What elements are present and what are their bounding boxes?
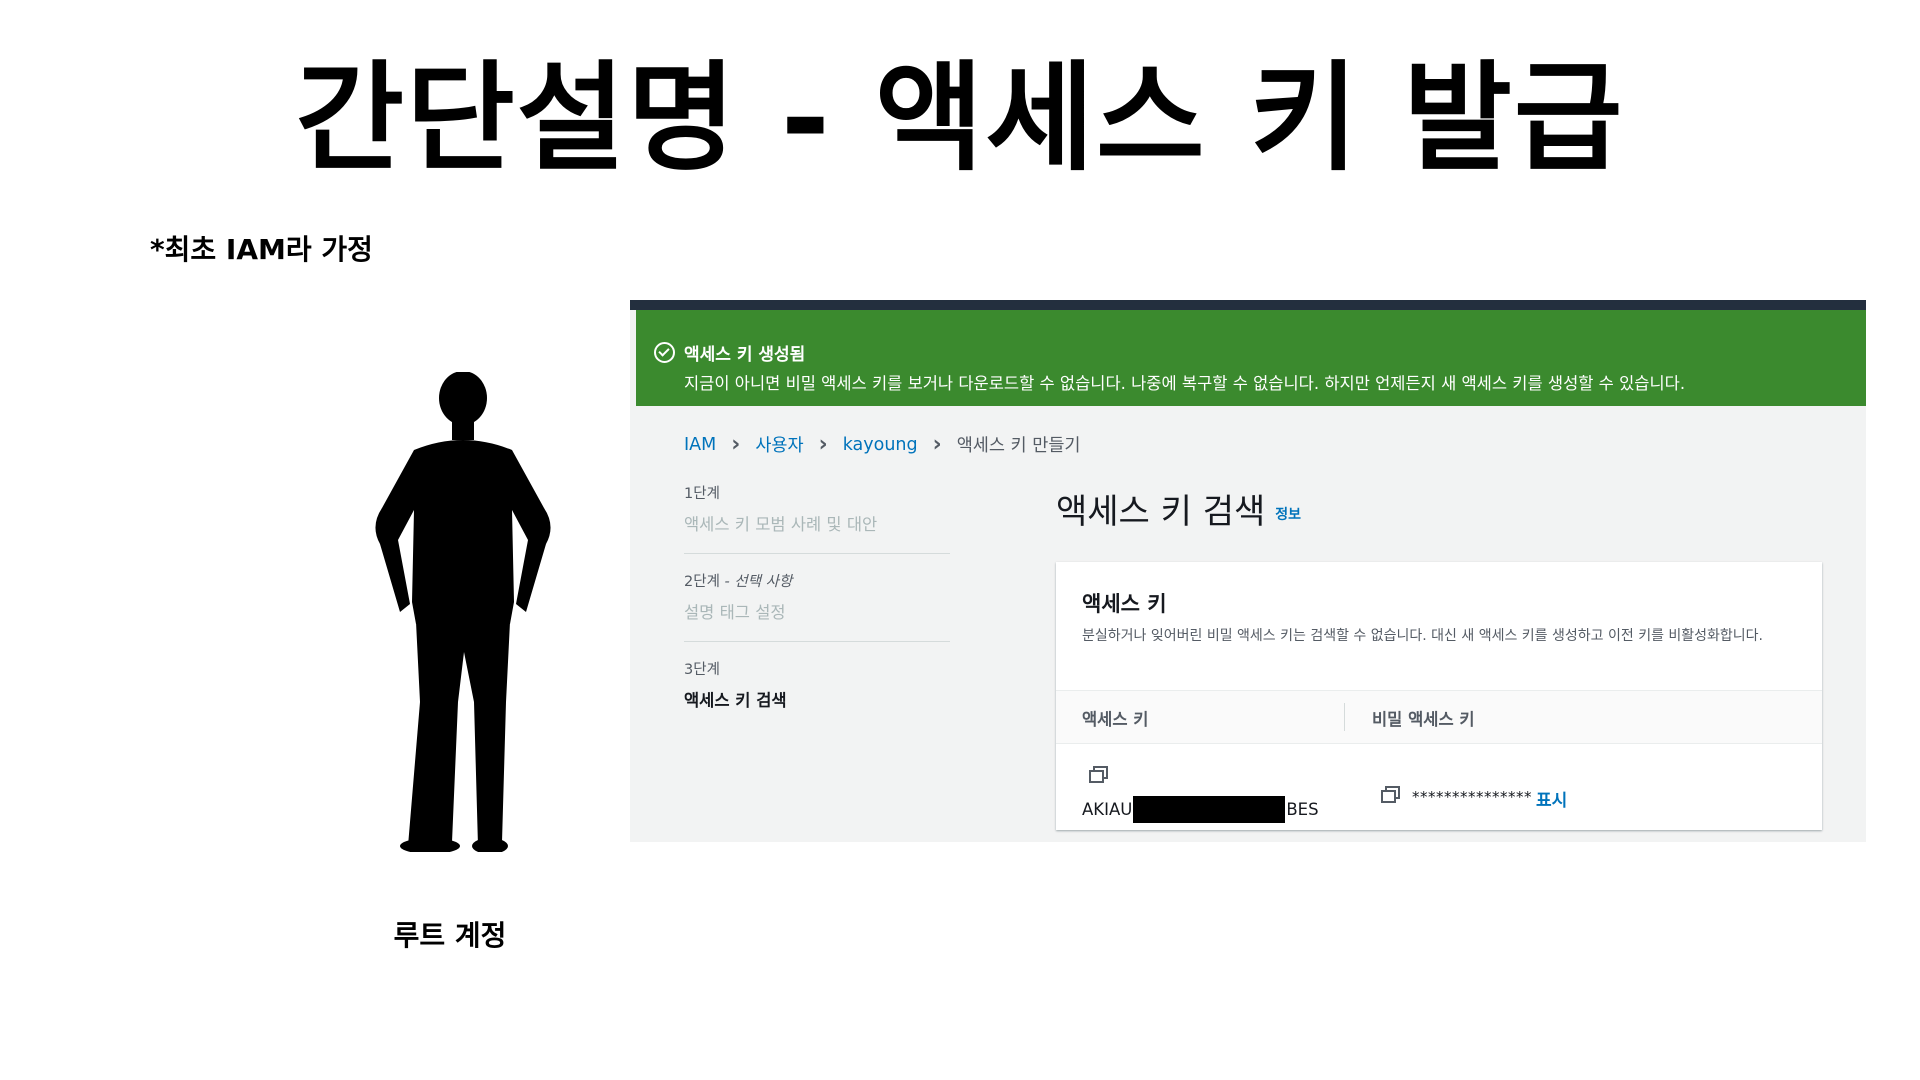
flash-message: 지금이 아니면 비밀 액세스 키를 보거나 다운로드할 수 없습니다. 나중에 … — [684, 374, 1686, 393]
step-number: 3단계 — [684, 662, 720, 678]
page-title: 액세스 키 검색 정보 — [1056, 492, 1302, 532]
wizard-step-1: 1단계 액세스 키 모범 사례 및 대안 — [684, 482, 950, 554]
wizard-step-3: 3단계 액세스 키 검색 — [684, 658, 950, 729]
chevron-right-icon: › — [818, 432, 828, 457]
show-secret-link[interactable]: 표시 — [1536, 786, 1567, 811]
aws-console-screenshot: 액세스 키 생성됨 지금이 아니면 비밀 액세스 키를 보거나 다운로드할 수 … — [630, 300, 1866, 842]
step-name: 액세스 키 검색 — [684, 691, 787, 710]
access-key-value: AKIAU BES — [1082, 796, 1319, 823]
breadcrumb-iam[interactable]: IAM — [684, 435, 716, 455]
success-flash-banner: 액세스 키 생성됨 지금이 아니면 비밀 액세스 키를 보거나 다운로드할 수 … — [636, 310, 1866, 406]
breadcrumb-user[interactable]: kayoung — [843, 435, 918, 455]
step-name[interactable]: 설명 태그 설정 — [684, 599, 950, 623]
flash-title: 액세스 키 생성됨 — [684, 345, 806, 365]
access-key-card: 액세스 키 분실하거나 잊어버린 비밀 액세스 키는 검색할 수 없습니다. 대… — [1056, 562, 1822, 830]
chevron-right-icon: › — [932, 432, 942, 457]
wizard-step-2: 2단계 - 선택 사항 설명 태그 설정 — [684, 570, 950, 642]
chevron-right-icon: › — [731, 432, 741, 457]
person-silhouette-icon — [375, 372, 551, 852]
info-link[interactable]: 정보 — [1275, 504, 1301, 524]
redaction-bar — [1133, 796, 1286, 823]
check-circle-icon — [654, 342, 675, 363]
breadcrumb-users[interactable]: 사용자 — [755, 432, 803, 457]
card-description: 분실하거나 잊어버린 비밀 액세스 키는 검색할 수 없습니다. 대신 새 액세… — [1082, 628, 1764, 644]
copy-icon[interactable] — [1381, 786, 1400, 803]
column-access-key: 액세스 키 — [1082, 710, 1149, 729]
table-header: 액세스 키 비밀 액세스 키 — [1056, 690, 1822, 744]
step-number: 1단계 — [684, 486, 720, 502]
slide-title: 간단설명 - 액세스 키 발급 — [295, 49, 1625, 187]
card-title: 액세스 키 — [1082, 592, 1167, 616]
step-number: 2단계 - 선택 사항 — [684, 574, 793, 590]
breadcrumb-current: 액세스 키 만들기 — [956, 436, 1081, 456]
column-secret-key: 비밀 액세스 키 — [1372, 710, 1475, 729]
console-top-bar — [630, 300, 1866, 310]
copy-icon[interactable] — [1089, 766, 1108, 783]
person-caption: 루트 계정 — [393, 919, 507, 952]
breadcrumb: IAM › 사용자 › kayoung › 액세스 키 만들기 — [684, 432, 1081, 457]
step-optional: - 선택 사항 — [724, 574, 793, 590]
secret-key-masked: *************** — [1412, 788, 1532, 806]
step-name[interactable]: 액세스 키 모범 사례 및 대안 — [684, 511, 950, 535]
assumption-note: *최초 IAM라 가정 — [150, 233, 373, 266]
wizard-steps: 1단계 액세스 키 모범 사례 및 대안 2단계 - 선택 사항 설명 태그 설… — [684, 482, 950, 745]
column-divider — [1344, 703, 1345, 731]
